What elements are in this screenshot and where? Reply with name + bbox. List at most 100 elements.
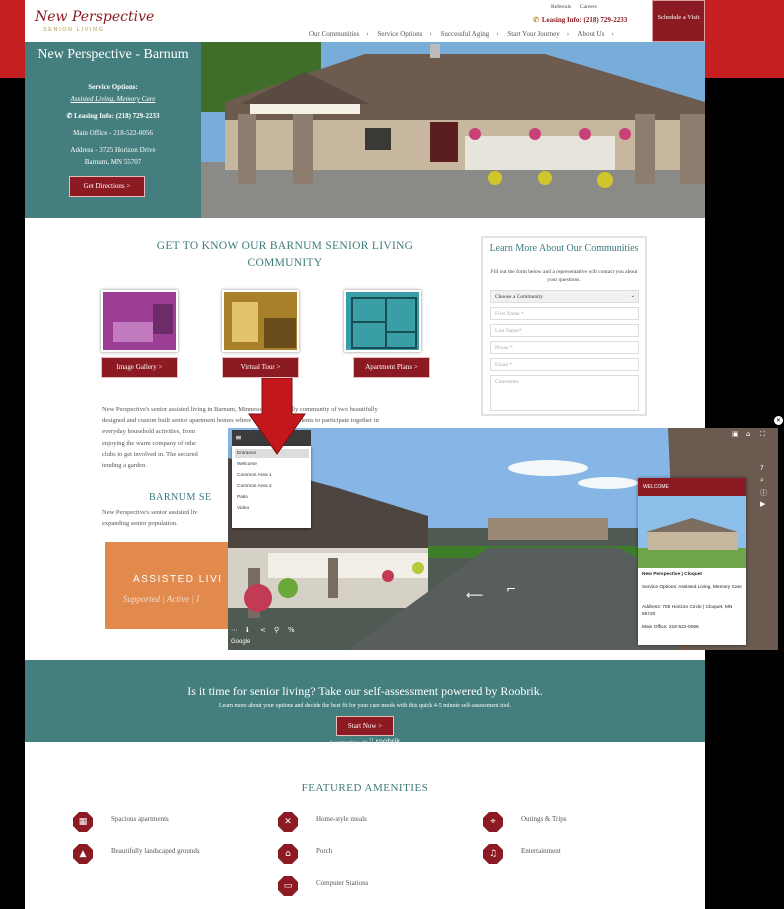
computer-icon: ▭ bbox=[278, 876, 298, 896]
help-icon[interactable]: ? bbox=[760, 464, 764, 472]
close-icon[interactable]: ✕ bbox=[774, 416, 783, 425]
outings-icon: ⌖ bbox=[483, 812, 503, 832]
roobrik-logo[interactable]: ⁞⁞ roobrik bbox=[369, 737, 400, 746]
tour-photo bbox=[224, 292, 297, 350]
site-logo[interactable]: New Perspective bbox=[35, 9, 154, 25]
assisted-living-tagline: Supported | Active | I bbox=[123, 594, 200, 604]
comments-field[interactable]: Comments bbox=[490, 375, 639, 411]
nav-label: Service Options bbox=[377, 30, 423, 38]
vr-icon[interactable]: ▣ bbox=[732, 430, 739, 438]
tour-scene-video[interactable]: Video bbox=[235, 504, 309, 513]
hamburger-icon: ≡ bbox=[235, 433, 242, 442]
share-icon[interactable]: < bbox=[260, 626, 266, 634]
schedule-visit-button[interactable]: Schedule a Visit bbox=[652, 0, 705, 42]
apartment-icon: ▦ bbox=[73, 812, 93, 832]
form-subtitle: Fill out the form below and a representa… bbox=[490, 269, 638, 283]
main-office: Main Office - 218-522-0056 bbox=[73, 129, 153, 137]
navigate-forward-arrow[interactable]: ⌐ bbox=[506, 582, 516, 596]
virtual-tour-button[interactable]: Virtual Tour > bbox=[222, 357, 299, 378]
nav-successful-aging[interactable]: Successful Aging › bbox=[440, 30, 498, 38]
tour-card-address: Address: 705 Horizon Circle | Cloquet, M… bbox=[642, 605, 733, 617]
tour-scene-common-area-1[interactable]: Common Area 1 bbox=[235, 471, 309, 480]
image-gallery-thumb[interactable] bbox=[101, 290, 178, 352]
home-icon[interactable]: ⌂ bbox=[746, 430, 750, 438]
info-circle-icon[interactable]: ⓘ bbox=[760, 488, 767, 498]
floorplan-image bbox=[346, 292, 419, 350]
amenity-label: Home-style meals bbox=[316, 815, 367, 823]
nav-service-options[interactable]: Service Options › bbox=[377, 30, 431, 38]
virtual-tour-thumb[interactable] bbox=[222, 290, 299, 352]
site-header: New Perspective SENIOR LIVING Referrals … bbox=[25, 0, 705, 42]
community-info-panel: New Perspective - Barnum Service Options… bbox=[25, 42, 201, 218]
link-icon[interactable]: % bbox=[288, 626, 295, 634]
tour-scene-welcome[interactable]: Welcome bbox=[235, 460, 309, 469]
tour-card-header: WELCOME bbox=[638, 478, 746, 496]
main-nav: Our Communities › Service Options › Succes… bbox=[309, 30, 621, 38]
apartment-plans-button[interactable]: Apartment Plans > bbox=[353, 357, 430, 378]
select-value: Choose a Community bbox=[495, 294, 543, 300]
self-assessment-banner: Is it time for senior living? Take our s… bbox=[25, 660, 705, 746]
image-gallery-button[interactable]: Image Gallery > bbox=[101, 357, 178, 378]
nav-our-communities[interactable]: Our Communities › bbox=[309, 30, 369, 38]
start-now-button[interactable]: Start Now > bbox=[336, 716, 394, 736]
fullscreen-icon[interactable]: ⛶ bbox=[760, 430, 765, 439]
entertainment-icon: ♫ bbox=[483, 844, 503, 864]
nav-start-your-journey[interactable]: Start Your Journey › bbox=[507, 30, 569, 38]
email-field[interactable]: Email * bbox=[490, 358, 639, 371]
navigate-back-arrow[interactable]: ⟵ bbox=[466, 588, 483, 602]
amenity-label: Computer Stations bbox=[316, 879, 369, 887]
location-icon[interactable]: ⚲ bbox=[274, 626, 279, 634]
amenity-label: Porch bbox=[316, 847, 333, 855]
careers-link[interactable]: Careers bbox=[580, 4, 597, 10]
zoom-icon[interactable]: ⌕ bbox=[760, 476, 764, 485]
referrals-link[interactable]: Referrals bbox=[551, 4, 571, 10]
gallery-photo bbox=[103, 292, 176, 350]
banner-subtext: Learn more about your options and decide… bbox=[218, 703, 512, 709]
tour-scene-common-area-2[interactable]: Common Area 2 bbox=[235, 482, 309, 491]
community-select[interactable]: Choose a Community ⌄ bbox=[490, 290, 639, 303]
nav-label: Our Communities bbox=[309, 30, 360, 38]
tour-scene-menu: Entrance Welcome Common Area 1 Common Ar… bbox=[232, 446, 311, 528]
header-leasing-text: Leasing Info: (218) 729-2233 bbox=[541, 16, 628, 24]
header-leasing-info[interactable]: ✆ Leasing Info: (218) 729-2233 bbox=[533, 16, 627, 24]
section-heading: GET TO KNOW OUR BARNUM SENIOR LIVING COM… bbox=[156, 240, 414, 269]
nav-label: About Us bbox=[577, 30, 605, 38]
amenity-label: Outings & Trips bbox=[521, 815, 567, 823]
tour-card-photo bbox=[638, 496, 746, 568]
address-line-1: Address - 3725 Horizon Drive bbox=[70, 146, 156, 154]
assisted-living-card[interactable]: ASSISTED LIVI Supported | Active | I bbox=[105, 542, 235, 629]
meals-icon: ✕ bbox=[278, 812, 298, 832]
assisted-living-title: ASSISTED LIVI bbox=[133, 574, 223, 585]
tour-card-service: Service Options: Assisted Living, Memory… bbox=[642, 585, 742, 590]
amenity-label: Beautifully landscaped grounds bbox=[111, 847, 200, 855]
partner-prefix: In partnership with bbox=[329, 741, 368, 746]
landscape-icon: ▲ bbox=[73, 844, 93, 864]
partner-name: roobrik bbox=[375, 737, 401, 746]
info-icon[interactable]: ℹ bbox=[246, 626, 249, 634]
chevron-down-icon: ⌄ bbox=[630, 293, 635, 299]
phone-field[interactable]: Phone * bbox=[490, 341, 639, 354]
service-options-link[interactable]: Assisted Living, Memory Care bbox=[25, 95, 201, 103]
last-name-field[interactable]: Last Name* bbox=[490, 324, 639, 337]
google-watermark: Google bbox=[231, 639, 251, 645]
service-options-label: Service Options: bbox=[88, 83, 138, 91]
amenity-label: Spacious apartments bbox=[111, 815, 169, 823]
site-logo-subtitle: SENIOR LIVING bbox=[43, 27, 105, 33]
first-name-field[interactable]: First Name * bbox=[490, 307, 639, 320]
community-title: New Perspective - Barnum bbox=[37, 47, 189, 62]
apartment-plans-thumb[interactable] bbox=[344, 290, 421, 352]
barnum-subheading: BARNUM SE bbox=[149, 492, 212, 503]
nav-about-us[interactable]: About Us › bbox=[577, 30, 613, 38]
get-directions-button[interactable]: Get Directions > bbox=[69, 176, 145, 197]
panel-leasing-info[interactable]: ✆ Leasing Info: (218) 729-2233 bbox=[25, 112, 201, 120]
tour-dots-menu[interactable]: ⋯ bbox=[231, 626, 238, 634]
play-icon[interactable]: ▶ bbox=[760, 500, 765, 508]
nav-label: Successful Aging bbox=[440, 30, 490, 38]
virtual-tour-viewer[interactable]: ≡ Entrance Welcome Common Area 1 Common … bbox=[228, 428, 778, 650]
annotation-arrow bbox=[248, 378, 306, 455]
address-line-2: Barnum, MN 55707 bbox=[84, 158, 142, 166]
contact-form: Learn More About Our Communities Fill ou… bbox=[481, 236, 647, 416]
porch-icon: ⌂ bbox=[278, 844, 298, 864]
tour-scene-patio[interactable]: Patio bbox=[235, 493, 309, 502]
tour-card-office: Main Office: 218-522-0056 bbox=[642, 625, 699, 630]
